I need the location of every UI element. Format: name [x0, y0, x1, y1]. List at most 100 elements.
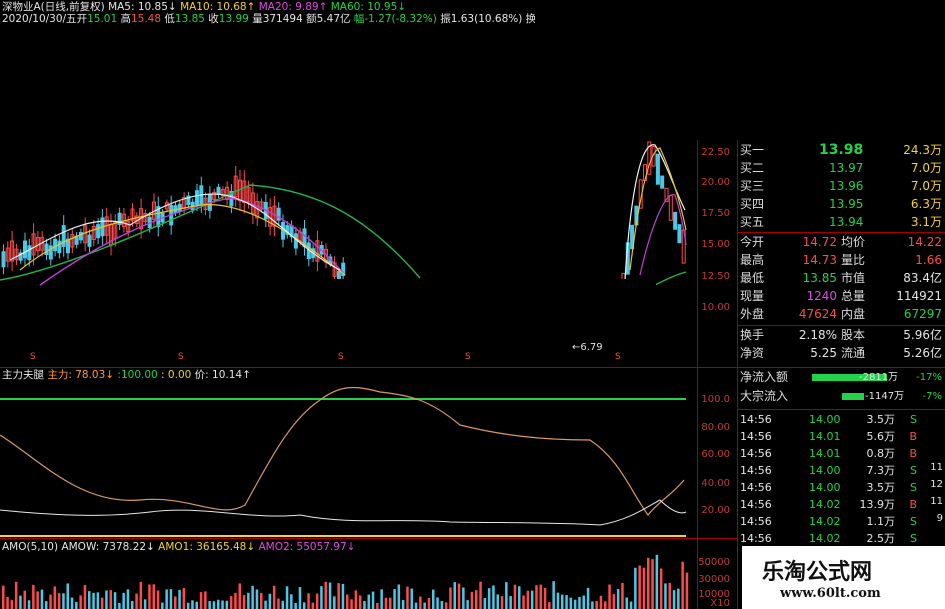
amo-bar — [518, 586, 521, 609]
trade-vol: 0.8万 — [866, 447, 896, 460]
candle-body — [177, 203, 182, 212]
amo-bar — [393, 589, 396, 609]
amo-bar — [45, 601, 48, 609]
trade-row: 14:56 14.01 0.8万 B — [737, 445, 945, 462]
amo-bar — [397, 584, 401, 609]
amo-bar — [307, 593, 310, 609]
bid-row[interactable]: 买四 13.95 6.3万 — [737, 196, 945, 213]
stat-row: 外盘 47624 内盘 67297 — [737, 306, 945, 323]
amo-bar — [634, 567, 637, 609]
candle-body — [668, 195, 673, 221]
amo-bar — [358, 595, 362, 609]
amo-bar — [595, 600, 598, 609]
stat-value: 114921 — [896, 289, 942, 303]
trade-vol: 3.5万 — [866, 413, 896, 426]
bid-row[interactable]: 买五 13.94 3.1万 — [737, 214, 945, 231]
amo-bar — [281, 600, 284, 609]
stat-value: 1.66 — [915, 253, 942, 267]
flow-pct: -7% — [922, 391, 942, 402]
amo-bar — [122, 592, 125, 609]
bid-row[interactable]: 买二 13.97 7.0万 — [737, 160, 945, 177]
amo-bar — [573, 599, 577, 609]
bid-vol: 6.3万 — [910, 197, 942, 211]
amo-bar — [53, 586, 57, 609]
amo-bar — [419, 596, 422, 609]
candle-body — [655, 153, 660, 185]
trade-price: 14.01 — [809, 430, 841, 443]
amo-bar — [427, 598, 431, 609]
amo-bar — [333, 596, 336, 609]
amo-bar — [466, 600, 469, 609]
amo-bar — [475, 590, 478, 609]
redaction-block-mid — [288, 279, 656, 328]
amo-bar — [444, 602, 448, 609]
amo-axis-label: 50000 — [698, 557, 730, 568]
indicator-100: :100.00 — [117, 369, 158, 381]
amo-bar — [380, 589, 383, 609]
stat-label: 换手 — [740, 328, 765, 342]
amo-bar — [251, 585, 254, 609]
price-axis-label: 15.00 — [701, 239, 730, 250]
candle-body — [336, 270, 341, 280]
stat-label: 流通 — [841, 346, 866, 360]
flow-row[interactable]: 净流入额 -2811万 -17% — [737, 369, 945, 386]
stat-value: 14.72 — [802, 235, 837, 249]
amo-bar — [298, 587, 302, 609]
sell-marker: S — [615, 352, 621, 362]
trade-price: 14.00 — [809, 481, 841, 494]
amo-bar — [135, 593, 138, 609]
stat-value: 2.18% — [798, 328, 837, 342]
flow-row[interactable]: 大宗流入 -1147万 -7% — [737, 388, 945, 405]
bid-row[interactable]: 买三 13.96 7.0万 — [737, 178, 945, 195]
amo-bar — [96, 592, 100, 609]
candle-body — [48, 245, 53, 260]
sell-marker: S — [30, 352, 36, 362]
stat-label: 市值 — [841, 271, 866, 285]
ind-axis-label: 60.00 — [701, 449, 730, 460]
stat-row: 今开 14.72 均价 14.22 — [737, 234, 945, 251]
trade-price: 14.01 — [809, 447, 841, 460]
stat-value: 5.26亿 — [903, 346, 942, 360]
amo-bar — [535, 585, 538, 609]
trade-vol: 2.5万 — [866, 532, 896, 545]
amo-bar — [436, 597, 439, 609]
amo-bar — [156, 590, 160, 609]
flow-pct: -17% — [916, 372, 942, 383]
candle-body — [57, 240, 62, 254]
ind-axis-label: 100.0 — [701, 394, 730, 405]
amo-bar — [401, 600, 405, 609]
amo-bar — [57, 593, 61, 609]
bid-vol: 7.0万 — [910, 161, 942, 175]
amo-bar — [105, 590, 108, 609]
quote-divider — [737, 232, 945, 233]
bid-label: 买四 — [740, 197, 765, 211]
trade-side: S — [910, 532, 917, 545]
amo-bar — [376, 602, 379, 609]
amo-bar — [591, 601, 594, 609]
amo-bar — [604, 601, 607, 609]
amo-bar — [169, 589, 173, 609]
amo-bar — [242, 595, 246, 609]
watermark-logo: 乐淘公式网 www.60lt.com — [742, 546, 945, 609]
trade-vol: 3.5万 — [866, 481, 896, 494]
indicator-main: 主力: 78.03↓ — [47, 369, 115, 381]
amo-bar — [161, 602, 164, 609]
bid-row[interactable]: 买一 13.98 24.3万 — [737, 142, 945, 159]
main-force-line — [0, 386, 685, 516]
stat-label: 外盘 — [740, 307, 765, 321]
amo-bar — [543, 587, 547, 609]
sell-marker: S — [465, 352, 471, 362]
amo-bar — [36, 591, 39, 609]
amo-bar — [616, 589, 620, 609]
price-axis-label: 17.50 — [701, 208, 730, 219]
stat-row: 现量 1240 总量 114921 — [737, 288, 945, 305]
stat-row: 最低 13.85 市值 83.4亿 — [737, 270, 945, 287]
stat-label: 最低 — [740, 271, 765, 285]
candle-body — [96, 224, 101, 239]
stat-value: 5.96亿 — [903, 328, 942, 342]
trade-row: 14:56 14.00 3.5万 S — [737, 411, 945, 428]
candle-body — [195, 190, 199, 205]
trade-time: 14:56 — [740, 413, 772, 426]
amo-bar — [522, 595, 525, 609]
price-axis-label: 20.00 — [701, 177, 730, 188]
